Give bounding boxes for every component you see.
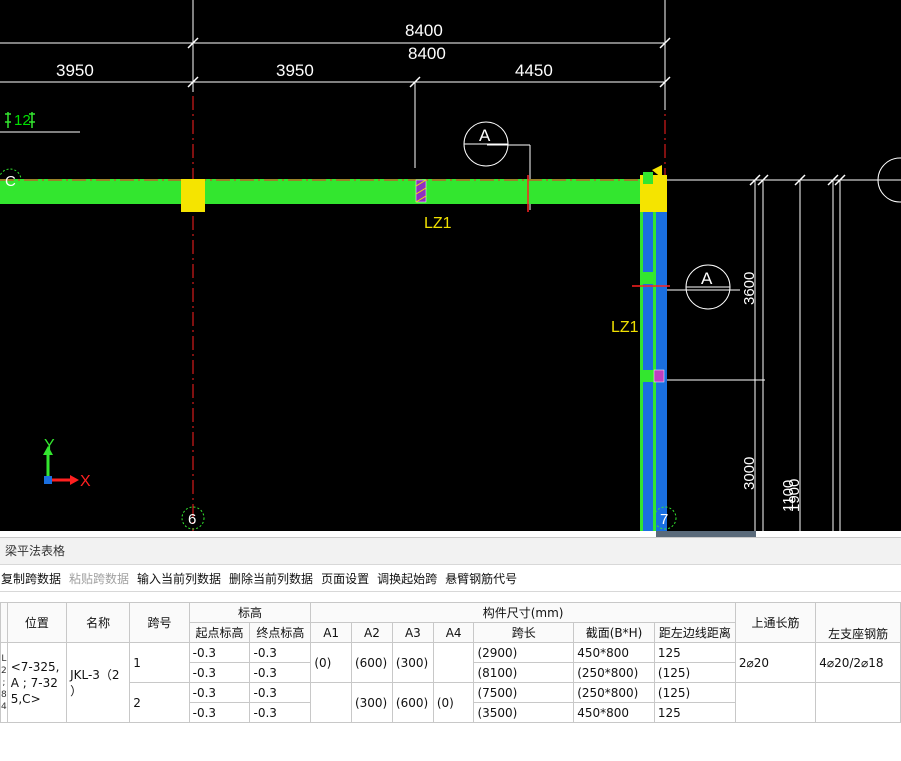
- dim-right-d: 1900: [786, 479, 803, 512]
- cell-edge-dist[interactable]: 125: [653, 702, 736, 723]
- beam-grid-table: 位置 名称 跨号 标高 构件尺寸(mm) 上通长筋 左支座钢筋 起点标高 终点标…: [0, 602, 901, 723]
- cell-a1[interactable]: (0): [310, 642, 352, 683]
- panel-title: 梁平法表格: [0, 538, 901, 565]
- dim-right-b: 3000: [741, 457, 758, 490]
- cell-span-len[interactable]: (2900): [473, 642, 575, 663]
- column-label-lz1-top: LZ1: [424, 215, 452, 232]
- cell-end-elev[interactable]: -0.3: [249, 682, 312, 703]
- row-markers: L 2; 8 4: [0, 642, 8, 723]
- copy-span-data-button[interactable]: 复制跨数据: [0, 570, 67, 587]
- col-header-top-long[interactable]: 上通长筋: [734, 602, 817, 643]
- col-header-span-len[interactable]: 跨长: [473, 622, 575, 643]
- col-header-start-elev[interactable]: 起点标高: [188, 622, 251, 643]
- ucs-y-label: Y: [44, 437, 55, 454]
- axis-label-7: 7: [660, 511, 668, 528]
- dim-span2: 3950: [276, 61, 314, 80]
- table-row[interactable]: L 2; 8 4 <7-325,A ; 7-325,C> JKL-3（2 ） 1 -0…: [0, 642, 901, 723]
- dim-span1: 3950: [56, 61, 94, 80]
- beam-green[interactable]: [0, 179, 642, 204]
- cell-end-elev[interactable]: -0.3: [249, 702, 312, 723]
- section-label-a2: A: [701, 269, 713, 288]
- cell-start-elev[interactable]: -0.3: [188, 682, 251, 703]
- ucs-x-label: X: [80, 473, 91, 490]
- dim-total: 8400: [408, 44, 446, 63]
- dim-span3: 4450: [515, 61, 553, 80]
- cell-left-seat-empty[interactable]: [815, 682, 901, 723]
- col-header-a2[interactable]: A2: [350, 622, 393, 643]
- col-header-edge-dist[interactable]: 距左边线距离: [653, 622, 736, 643]
- cell-end-elev[interactable]: -0.3: [249, 662, 312, 683]
- paste-span-data-button[interactable]: 粘贴跨数据: [69, 570, 135, 587]
- dim-top-total: 8400: [405, 21, 443, 40]
- rebar-note: 12: [14, 112, 31, 129]
- cell-a2[interactable]: (600): [350, 642, 393, 683]
- cell-span-no[interactable]: 2: [129, 682, 190, 723]
- cell-top-long-empty[interactable]: [734, 682, 817, 723]
- table-row[interactable]: 2 -0.3 -0.3 (300) (600) (0) (7500) (250*…: [1, 682, 901, 723]
- cell-edge-dist[interactable]: (125): [653, 682, 736, 703]
- cell-edge-dist[interactable]: (125): [653, 662, 736, 683]
- cell-start-elev[interactable]: -0.3: [188, 642, 251, 663]
- delete-column-data-button[interactable]: 删除当前列数据: [229, 570, 319, 587]
- cell-a1[interactable]: [310, 682, 352, 723]
- section-label-a1: A: [479, 126, 491, 145]
- col-header-name[interactable]: 名称: [66, 602, 131, 643]
- row-header-corner: [0, 602, 8, 643]
- cell-a4[interactable]: [432, 642, 475, 683]
- input-column-data-button[interactable]: 输入当前列数据: [137, 570, 227, 587]
- column-label-lz1-right: LZ1: [611, 319, 639, 336]
- beam-table-panel: 梁平法表格 复制跨数据 粘贴跨数据 输入当前列数据 删除当前列数据 页面设置 调…: [0, 537, 901, 761]
- col-header-member-size[interactable]: 构件尺寸(mm): [310, 602, 736, 623]
- col-header-position[interactable]: 位置: [6, 602, 68, 643]
- cell-section[interactable]: 450*800: [573, 702, 655, 723]
- cell-span-len[interactable]: (7500): [473, 682, 575, 703]
- cell-span-len[interactable]: (8100): [473, 662, 575, 683]
- col-header-span-no[interactable]: 跨号: [129, 602, 190, 643]
- col-header-left-seat[interactable]: 左支座钢筋: [815, 602, 901, 643]
- cell-a3[interactable]: (300): [391, 642, 434, 683]
- cell-section[interactable]: (250*800): [573, 682, 655, 703]
- dim-right-a: 3600: [741, 272, 758, 305]
- cad-drawing[interactable]: 8400 8400 3950 3950 4450 12 C 6 7 A A LZ…: [0, 0, 901, 531]
- cell-edge-dist[interactable]: 125: [653, 642, 736, 663]
- axis-label-c: C: [5, 173, 16, 190]
- cell-section[interactable]: 450*800: [573, 642, 655, 663]
- col-header-a4[interactable]: A4: [432, 622, 475, 643]
- col-header-a3[interactable]: A3: [391, 622, 434, 643]
- cell-top-long[interactable]: 2⌀20: [734, 642, 817, 683]
- panel-toolbar: 复制跨数据 粘贴跨数据 输入当前列数据 删除当前列数据 页面设置 调换起始跨 悬…: [0, 565, 901, 592]
- cell-name[interactable]: JKL-3（2 ）: [66, 642, 131, 723]
- cell-a4[interactable]: (0): [432, 682, 475, 723]
- col-header-end-elev[interactable]: 终点标高: [249, 622, 312, 643]
- cell-left-seat[interactable]: 4⌀20/2⌀18: [815, 642, 901, 683]
- col-header-elevation[interactable]: 标高: [188, 602, 312, 623]
- axis-label-6: 6: [188, 511, 196, 528]
- cad-drawing-canvas[interactable]: 8400 8400 3950 3950 4450 12 C 6 7 A A LZ…: [0, 0, 901, 531]
- cell-a2[interactable]: (300): [350, 682, 393, 723]
- cell-span-len[interactable]: (3500): [473, 702, 575, 723]
- col-header-section[interactable]: 截面(B*H): [573, 622, 655, 643]
- header-row-1: 位置 名称 跨号 标高 构件尺寸(mm) 上通长筋 左支座钢筋: [0, 602, 901, 643]
- cell-a3[interactable]: (600): [391, 682, 434, 723]
- cell-start-elev[interactable]: -0.3: [188, 702, 251, 723]
- swap-start-span-button[interactable]: 调换起始跨: [377, 570, 443, 587]
- cell-span-no[interactable]: 1: [129, 642, 190, 683]
- cell-end-elev[interactable]: -0.3: [249, 642, 312, 663]
- cell-start-elev[interactable]: -0.3: [188, 662, 251, 683]
- col-header-a1[interactable]: A1: [310, 622, 352, 643]
- column-yellow-6[interactable]: [181, 179, 205, 212]
- cantilever-rebar-code-button[interactable]: 悬臂钢筋代号: [445, 570, 523, 587]
- page-setup-button[interactable]: 页面设置: [321, 570, 375, 587]
- cell-section[interactable]: (250*800): [573, 662, 655, 683]
- cell-position[interactable]: <7-325,A ; 7-325,C>: [6, 642, 68, 723]
